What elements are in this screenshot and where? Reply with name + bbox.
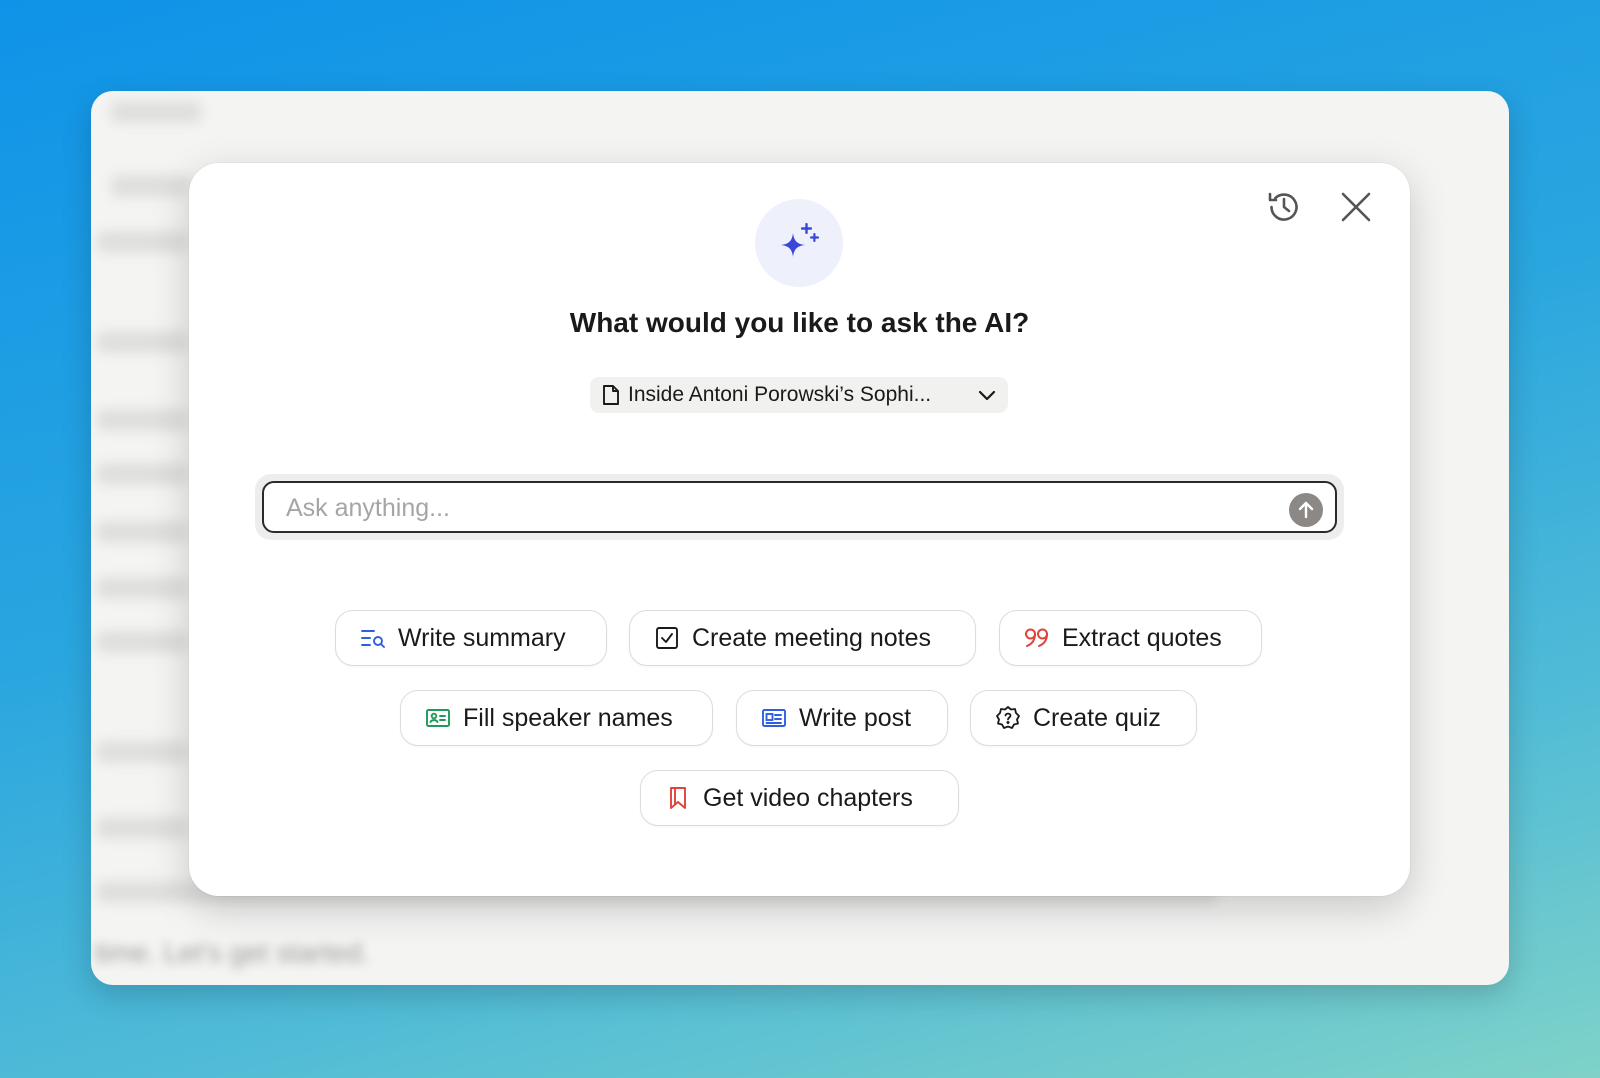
history-button[interactable]: [1260, 183, 1308, 231]
write-summary-button[interactable]: Write summary: [335, 610, 607, 666]
extract-quotes-button[interactable]: Extract quotes: [999, 610, 1262, 666]
close-button[interactable]: [1332, 183, 1380, 231]
background-text-line: [97, 817, 187, 839]
create-meeting-notes-button[interactable]: Create meeting notes: [629, 610, 976, 666]
help-badge-icon: [995, 705, 1021, 731]
create-quiz-button[interactable]: Create quiz: [970, 690, 1197, 746]
ask-input-box: [262, 481, 1337, 533]
fill-speaker-names-label: Fill speaker names: [463, 703, 673, 732]
ai-sparkle-badge: [755, 199, 843, 287]
get-video-chapters-label: Get video chapters: [703, 783, 913, 812]
summary-icon: [360, 625, 386, 651]
write-summary-label: Write summary: [398, 623, 566, 652]
id-card-icon: [425, 705, 451, 731]
background-text-line: [97, 741, 187, 763]
background-text: time. Let's get started.: [95, 937, 370, 968]
document-selector[interactable]: Inside Antoni Porowski’s Sophi...: [590, 377, 1008, 413]
background-text-line: [97, 231, 187, 253]
newspaper-icon: [761, 705, 787, 731]
write-post-label: Write post: [799, 703, 912, 732]
ask-input-container: [255, 474, 1344, 540]
close-icon: [1341, 192, 1371, 222]
ask-input[interactable]: [284, 483, 1248, 533]
background-text-line: [97, 409, 187, 431]
quote-icon: [1024, 625, 1050, 651]
ask-ai-modal: What would you like to ask the AI? Insid…: [189, 163, 1410, 896]
create-quiz-label: Create quiz: [1033, 703, 1161, 732]
extract-quotes-label: Extract quotes: [1062, 623, 1222, 652]
send-button[interactable]: [1289, 493, 1323, 527]
modal-title: What would you like to ask the AI?: [569, 307, 1030, 338]
background-text-line: [97, 463, 187, 485]
history-icon: [1268, 192, 1298, 221]
background-text-line: [97, 331, 187, 353]
write-post-button[interactable]: Write post: [736, 690, 948, 746]
background-text-line: [97, 521, 187, 543]
get-video-chapters-button[interactable]: Get video chapters: [640, 770, 959, 826]
arrow-up-icon: [1298, 501, 1314, 519]
document-selector-label: Inside Antoni Porowski’s Sophi...: [628, 383, 932, 406]
create-meeting-notes-label: Create meeting notes: [692, 623, 932, 652]
background-text-line: [97, 577, 187, 599]
checkbox-icon: [654, 625, 680, 651]
fill-speaker-names-button[interactable]: Fill speaker names: [400, 690, 713, 746]
chevron-down-icon: [978, 390, 996, 401]
sparkle-icon: [781, 223, 819, 257]
bookmark-icon: [665, 785, 691, 811]
background-text-line: [111, 175, 191, 197]
background-text-line: [111, 101, 201, 123]
background-text-line: [97, 631, 187, 653]
document-icon: [603, 385, 619, 405]
